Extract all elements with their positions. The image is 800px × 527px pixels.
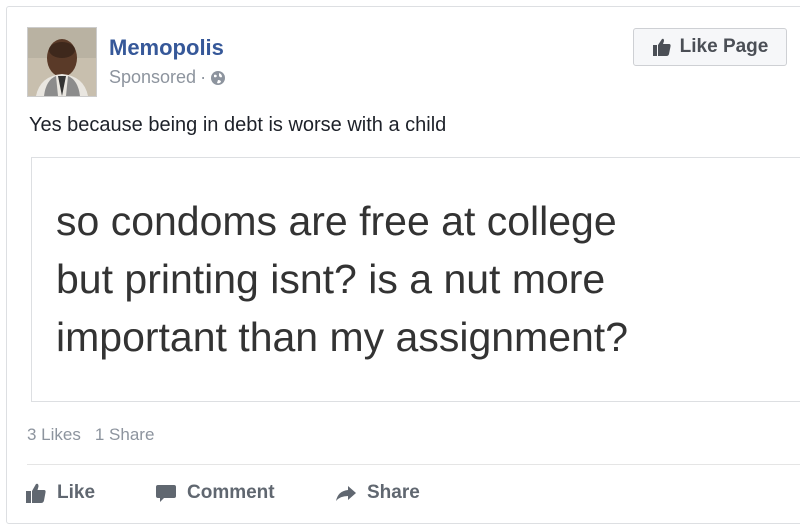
meme-text: so condoms are free at college but print…	[56, 192, 776, 366]
meme-line: so condoms are free at college	[56, 198, 617, 244]
meta-separator: ·	[200, 67, 207, 87]
thumbs-up-icon	[26, 483, 46, 503]
comment-label: Comment	[187, 482, 275, 503]
shares-count-link[interactable]: 1 Share	[95, 425, 155, 445]
engagement-counts: 3 Likes 1 Share	[27, 425, 154, 445]
meme-line: but printing isnt? is a nut more	[56, 256, 606, 302]
meme-line: important than my assignment?	[56, 314, 628, 360]
likes-count-link[interactable]: 3 Likes	[27, 425, 81, 445]
like-page-button[interactable]: Like Page	[633, 28, 787, 66]
avatar-image	[28, 28, 96, 96]
globe-icon[interactable]	[210, 70, 226, 86]
comment-button[interactable]: Comment	[155, 482, 335, 504]
sponsored-label[interactable]: Sponsored	[109, 67, 196, 88]
share-label: Share	[367, 482, 420, 503]
like-label: Like	[57, 482, 96, 503]
action-bar: Like Comment Share	[25, 478, 455, 508]
meme-image[interactable]: so condoms are free at college but print…	[31, 157, 800, 402]
post-card: Memopolis Sponsored · Like Page Yes beca…	[6, 6, 800, 524]
page-avatar[interactable]	[27, 27, 97, 97]
page-name-link[interactable]: Memopolis	[109, 35, 224, 61]
like-button[interactable]: Like	[25, 482, 155, 504]
like-page-label: Like Page	[679, 36, 769, 57]
thumbs-up-icon	[652, 38, 671, 56]
post-text: Yes because being in debt is worse with …	[29, 114, 447, 136]
divider	[27, 464, 800, 465]
share-button[interactable]: Share	[335, 482, 455, 504]
speech-bubble-icon	[156, 485, 176, 502]
post-meta: Sponsored ·	[109, 67, 226, 88]
share-arrow-icon	[336, 486, 356, 501]
